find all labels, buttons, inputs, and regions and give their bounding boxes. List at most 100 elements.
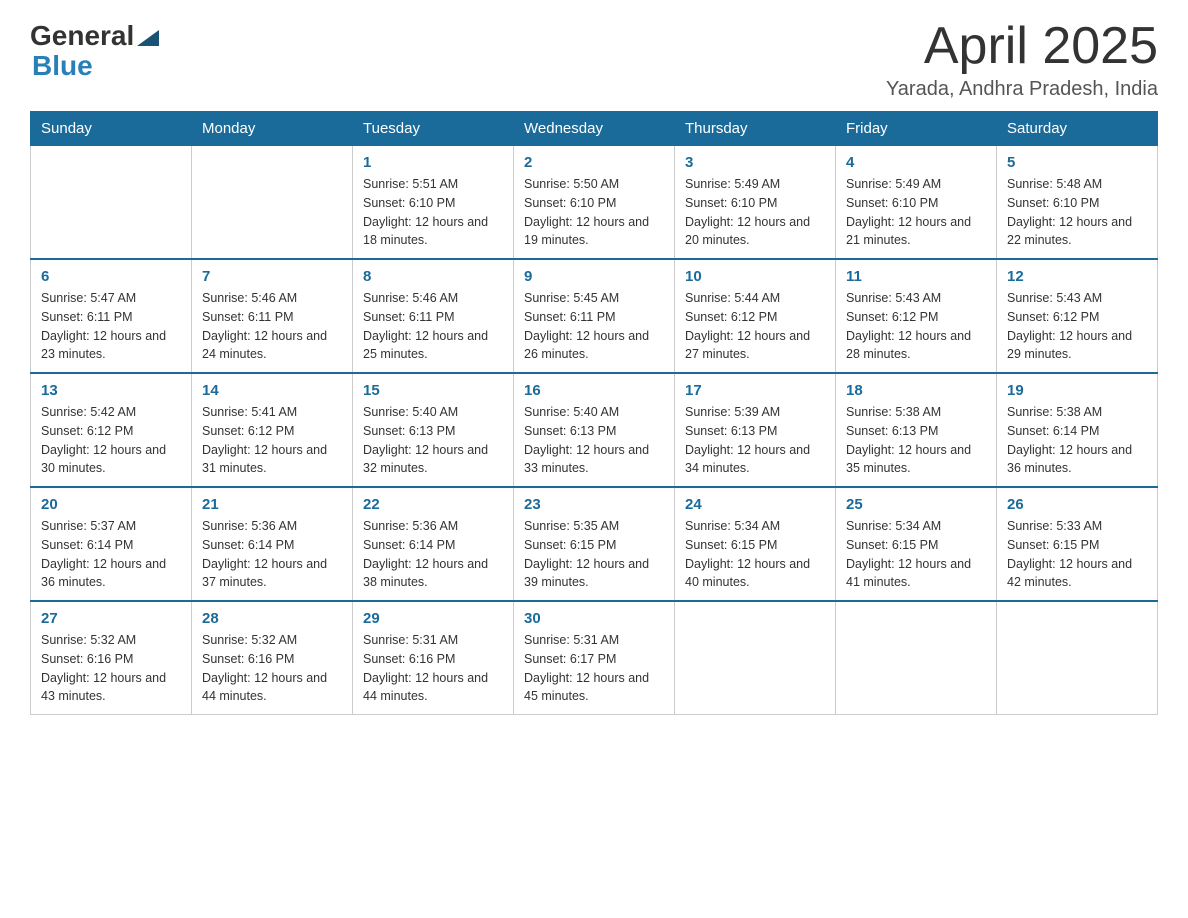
day-number: 24	[685, 496, 825, 513]
calendar-cell	[997, 601, 1158, 715]
day-number: 22	[363, 496, 503, 513]
day-header-saturday: Saturday	[997, 112, 1158, 146]
calendar-cell: 9 Sunrise: 5:45 AMSunset: 6:11 PMDaylight…	[514, 259, 675, 373]
calendar-cell	[192, 146, 353, 260]
calendar-cell: 10 Sunrise: 5:44 AMSunset: 6:12 PMDayligh…	[675, 259, 836, 373]
day-number: 14	[202, 382, 342, 399]
day-number: 11	[846, 268, 986, 285]
calendar-cell: 19Sunrise: 5:38 AMSunset: 6:14 PMDayligh…	[997, 373, 1158, 487]
day-info: Sunrise: 5:45 AMSunset: 6:11 PMDaylight:…	[524, 289, 664, 364]
calendar-cell: 22 Sunrise: 5:36 AMSunset: 6:14 PMDayligh…	[353, 487, 514, 601]
calendar-cell: 11 Sunrise: 5:43 AMSunset: 6:12 PMDayligh…	[836, 259, 997, 373]
day-header-friday: Friday	[836, 112, 997, 146]
calendar-cell: 21 Sunrise: 5:36 AMSunset: 6:14 PMDayligh…	[192, 487, 353, 601]
calendar-cell: 12 Sunrise: 5:43 AMSunset: 6:12 PMDayligh…	[997, 259, 1158, 373]
day-info: Sunrise: 5:44 AMSunset: 6:12 PMDaylight:…	[685, 289, 825, 364]
day-number: 3	[685, 154, 825, 171]
day-number: 7	[202, 268, 342, 285]
calendar-cell: 14 Sunrise: 5:41 AMSunset: 6:12 PMDayligh…	[192, 373, 353, 487]
day-number: 20	[41, 496, 181, 513]
day-info: Sunrise: 5:43 AMSunset: 6:12 PMDaylight:…	[846, 289, 986, 364]
day-info: Sunrise: 5:35 AMSunset: 6:15 PMDaylight:…	[524, 517, 664, 592]
calendar-week-3: 13 Sunrise: 5:42 AMSunset: 6:12 PMDayligh…	[31, 373, 1158, 487]
day-info: Sunrise: 5:48 AMSunset: 6:10 PMDaylight:…	[1007, 175, 1147, 250]
calendar-week-5: 27 Sunrise: 5:32 AMSunset: 6:16 PMDayligh…	[31, 601, 1158, 715]
day-info: Sunrise: 5:46 AMSunset: 6:11 PMDaylight:…	[202, 289, 342, 364]
day-number: 26	[1007, 496, 1147, 513]
calendar-cell: 8Sunrise: 5:46 AMSunset: 6:11 PMDaylight…	[353, 259, 514, 373]
day-number: 1	[363, 154, 503, 171]
day-header-monday: Monday	[192, 112, 353, 146]
day-number: 16	[524, 382, 664, 399]
calendar-cell: 25 Sunrise: 5:34 AMSunset: 6:15 PMDayligh…	[836, 487, 997, 601]
day-info: Sunrise: 5:38 AMSunset: 6:13 PMDaylight:…	[846, 403, 986, 478]
calendar-week-1: 1Sunrise: 5:51 AMSunset: 6:10 PMDaylight…	[31, 146, 1158, 260]
day-number: 5	[1007, 154, 1147, 171]
day-number: 6	[41, 268, 181, 285]
calendar-cell: 30 Sunrise: 5:31 AMSunset: 6:17 PMDayligh…	[514, 601, 675, 715]
day-info: Sunrise: 5:50 AMSunset: 6:10 PMDaylight:…	[524, 175, 664, 250]
calendar-cell: 15 Sunrise: 5:40 AMSunset: 6:13 PMDayligh…	[353, 373, 514, 487]
calendar-header-row: SundayMondayTuesdayWednesdayThursdayFrid…	[31, 112, 1158, 146]
day-info: Sunrise: 5:31 AMSunset: 6:17 PMDaylight:…	[524, 631, 664, 706]
calendar-cell: 4 Sunrise: 5:49 AMSunset: 6:10 PMDaylight…	[836, 146, 997, 260]
day-info: Sunrise: 5:40 AMSunset: 6:13 PMDaylight:…	[524, 403, 664, 478]
day-info: Sunrise: 5:36 AMSunset: 6:14 PMDaylight:…	[363, 517, 503, 592]
day-number: 12	[1007, 268, 1147, 285]
day-number: 13	[41, 382, 181, 399]
day-info: Sunrise: 5:34 AMSunset: 6:15 PMDaylight:…	[846, 517, 986, 592]
day-number: 4	[846, 154, 986, 171]
logo: General Blue	[30, 20, 159, 82]
day-number: 29	[363, 610, 503, 627]
calendar-week-4: 20Sunrise: 5:37 AMSunset: 6:14 PMDayligh…	[31, 487, 1158, 601]
logo-general-text: General	[30, 20, 134, 52]
location-subtitle: Yarada, Andhra Pradesh, India	[886, 78, 1158, 101]
day-info: Sunrise: 5:43 AMSunset: 6:12 PMDaylight:…	[1007, 289, 1147, 364]
day-info: Sunrise: 5:38 AMSunset: 6:14 PMDaylight:…	[1007, 403, 1147, 478]
day-info: Sunrise: 5:34 AMSunset: 6:15 PMDaylight:…	[685, 517, 825, 592]
day-number: 10	[685, 268, 825, 285]
calendar-cell: 2 Sunrise: 5:50 AMSunset: 6:10 PMDaylight…	[514, 146, 675, 260]
day-number: 21	[202, 496, 342, 513]
calendar-cell: 28Sunrise: 5:32 AMSunset: 6:16 PMDayligh…	[192, 601, 353, 715]
day-info: Sunrise: 5:33 AMSunset: 6:15 PMDaylight:…	[1007, 517, 1147, 592]
logo-blue-part	[134, 26, 159, 46]
calendar-cell: 26 Sunrise: 5:33 AMSunset: 6:15 PMDayligh…	[997, 487, 1158, 601]
day-info: Sunrise: 5:39 AMSunset: 6:13 PMDaylight:…	[685, 403, 825, 478]
day-number: 2	[524, 154, 664, 171]
day-info: Sunrise: 5:49 AMSunset: 6:10 PMDaylight:…	[846, 175, 986, 250]
day-number: 18	[846, 382, 986, 399]
logo-blue-text: Blue	[32, 50, 93, 82]
day-info: Sunrise: 5:32 AMSunset: 6:16 PMDaylight:…	[41, 631, 181, 706]
day-info: Sunrise: 5:42 AMSunset: 6:12 PMDaylight:…	[41, 403, 181, 478]
month-title: April 2025	[886, 20, 1158, 72]
day-number: 9	[524, 268, 664, 285]
day-number: 30	[524, 610, 664, 627]
day-header-thursday: Thursday	[675, 112, 836, 146]
day-number: 25	[846, 496, 986, 513]
calendar-cell: 27 Sunrise: 5:32 AMSunset: 6:16 PMDayligh…	[31, 601, 192, 715]
day-number: 23	[524, 496, 664, 513]
page-header: General Blue April 2025 Yarada, Andhra P…	[30, 20, 1158, 101]
calendar-cell: 13 Sunrise: 5:42 AMSunset: 6:12 PMDayligh…	[31, 373, 192, 487]
day-info: Sunrise: 5:41 AMSunset: 6:12 PMDaylight:…	[202, 403, 342, 478]
calendar-week-2: 6 Sunrise: 5:47 AMSunset: 6:11 PMDaylight…	[31, 259, 1158, 373]
day-number: 27	[41, 610, 181, 627]
day-number: 28	[202, 610, 342, 627]
day-header-tuesday: Tuesday	[353, 112, 514, 146]
title-section: April 2025 Yarada, Andhra Pradesh, India	[886, 20, 1158, 101]
calendar-cell: 23 Sunrise: 5:35 AMSunset: 6:15 PMDayligh…	[514, 487, 675, 601]
calendar-cell: 17Sunrise: 5:39 AMSunset: 6:13 PMDayligh…	[675, 373, 836, 487]
calendar-cell	[836, 601, 997, 715]
day-header-wednesday: Wednesday	[514, 112, 675, 146]
day-info: Sunrise: 5:40 AMSunset: 6:13 PMDaylight:…	[363, 403, 503, 478]
calendar-cell: 1Sunrise: 5:51 AMSunset: 6:10 PMDaylight…	[353, 146, 514, 260]
day-number: 15	[363, 382, 503, 399]
calendar-table: SundayMondayTuesdayWednesdayThursdayFrid…	[30, 111, 1158, 715]
calendar-cell: 29Sunrise: 5:31 AMSunset: 6:16 PMDayligh…	[353, 601, 514, 715]
calendar-cell	[31, 146, 192, 260]
day-info: Sunrise: 5:36 AMSunset: 6:14 PMDaylight:…	[202, 517, 342, 592]
day-info: Sunrise: 5:47 AMSunset: 6:11 PMDaylight:…	[41, 289, 181, 364]
calendar-cell: 3Sunrise: 5:49 AMSunset: 6:10 PMDaylight…	[675, 146, 836, 260]
calendar-cell: 16 Sunrise: 5:40 AMSunset: 6:13 PMDayligh…	[514, 373, 675, 487]
